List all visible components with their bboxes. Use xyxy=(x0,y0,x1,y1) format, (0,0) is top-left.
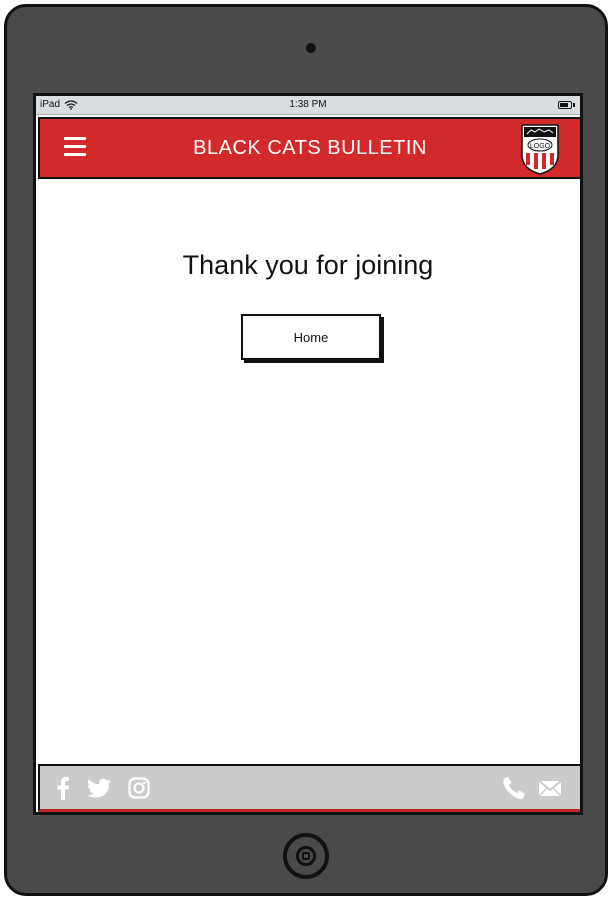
front-camera xyxy=(306,43,316,53)
phone-icon[interactable] xyxy=(502,776,526,800)
device-screen: iPad 1:38 PM BLACK CATS BULLETIN LOGO Th… xyxy=(33,93,583,815)
battery-icon xyxy=(558,101,575,109)
main-content: Thank you for joining Home xyxy=(36,180,580,764)
device-home-button[interactable] xyxy=(283,833,329,879)
logo-text: LOGO xyxy=(530,143,551,150)
thank-you-message: Thank you for joining xyxy=(182,250,434,280)
email-icon[interactable] xyxy=(536,776,564,800)
twitter-icon[interactable] xyxy=(86,776,112,800)
status-bar: iPad 1:38 PM xyxy=(36,96,580,115)
status-time: 1:38 PM xyxy=(289,99,327,110)
home-button[interactable]: Home xyxy=(241,314,381,360)
ipad-frame: iPad 1:38 PM BLACK CATS BULLETIN LOGO Th… xyxy=(4,4,608,896)
home-button-symbol xyxy=(296,846,316,866)
header-title: BLACK CATS BULLETIN xyxy=(193,137,427,159)
app-header: BLACK CATS BULLETIN LOGO xyxy=(38,117,580,179)
app-footer xyxy=(38,764,580,812)
club-logo: LOGO xyxy=(521,124,559,175)
facebook-icon[interactable] xyxy=(56,776,70,800)
instagram-icon[interactable] xyxy=(128,776,150,800)
